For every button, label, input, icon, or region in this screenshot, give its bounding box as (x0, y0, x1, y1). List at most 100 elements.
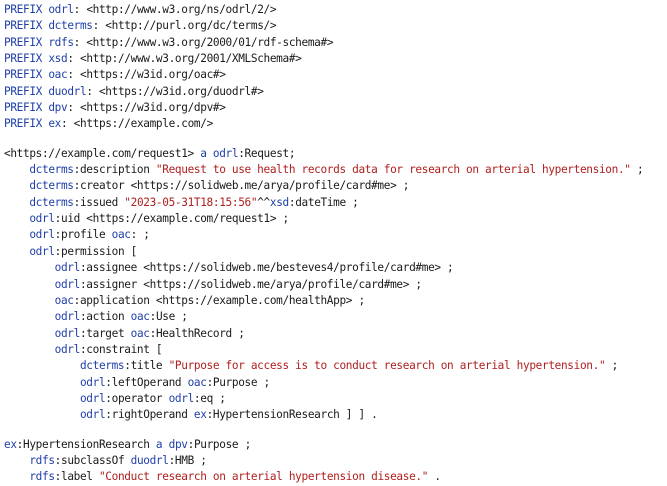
prefix-token: rdfs (48, 35, 74, 49)
prefix-token: odrl (29, 212, 55, 226)
code-text-token: :issued (73, 195, 125, 209)
code-text-token: ; (605, 359, 619, 373)
code-text-token: :Purpose ; (206, 375, 271, 389)
prefix-token: ex (48, 117, 61, 131)
prefix-token: rdfs (29, 453, 55, 467)
code-text-token: :Request; (238, 146, 296, 160)
code-line: odrl:leftOperand oac:Purpose ; (4, 375, 643, 391)
code-text-token: ^^ (257, 195, 270, 209)
code-line: odrl:uid <https://example.com/request1> … (4, 211, 643, 227)
prefix-token: dcterms (79, 359, 125, 373)
code-text-token: :eq ; (193, 391, 226, 405)
prefix-token: dcterms (29, 195, 74, 209)
prefix-token: rdfs (29, 470, 55, 484)
keyword-token: PREFIX (4, 35, 42, 49)
code-line: PREFIX ex: <https://example.com/> (4, 116, 643, 132)
prefix-token: odrl (54, 326, 81, 340)
code-line: dcterms:title "Purpose for access is to … (4, 358, 643, 374)
code-line: oac:application <https://example.com/hea… (4, 293, 643, 309)
code-line: PREFIX dcterms: <http://purl.org/dc/term… (4, 18, 643, 34)
code-text-token: :profile (54, 228, 112, 242)
prefix-token: odrl (79, 408, 106, 422)
code-text-token: :permission [ (54, 244, 138, 258)
code-line: dcterms:description "Request to use heal… (4, 162, 643, 178)
prefix-token: odrl (54, 310, 81, 324)
code-text-token: :description (73, 163, 156, 177)
code-text-token: :HMB ; (168, 453, 207, 467)
prefix-token: oac (187, 375, 207, 389)
prefix-token: duodrl (48, 84, 87, 98)
string-literal-token: "Purpose for access is to conduct resear… (168, 359, 606, 373)
keyword-token: PREFIX (4, 101, 42, 115)
code-line: PREFIX duodrl: <https://w3id.org/duodrl#… (4, 84, 643, 100)
prefix-token: odrl (79, 391, 106, 405)
code-text-token: :assigner <https://solidweb.me/arya/prof… (79, 277, 422, 291)
prefix-token: duodrl (130, 453, 169, 467)
keyword-token: PREFIX (4, 52, 42, 66)
code-text-token: :dateTime ; (288, 195, 359, 209)
prefix-token: oac (48, 68, 68, 82)
code-text-token: <https://example.com/request1> (4, 146, 201, 160)
code-text-token: :creator <https://solidweb.me/arya/profi… (73, 179, 410, 193)
prefix-token: odrl (212, 146, 239, 160)
prefix-token: odrl (54, 261, 81, 275)
prefix-token: oac (130, 310, 150, 324)
prefix-token: xsd (269, 195, 289, 209)
prefix-token: oac (111, 228, 131, 242)
code-line: odrl:target oac:HealthRecord ; (4, 326, 643, 342)
code-text-token: :application <https://example.com/health… (73, 293, 365, 307)
code-line: ex:HypertensionResearch a dpv:Purpose ; (4, 437, 643, 453)
code-text-token: : <https://w3id.org/dpv#> (67, 101, 226, 115)
code-line: <https://example.com/request1> a odrl:Re… (4, 146, 643, 162)
code-text-token: :leftOperand (105, 375, 188, 389)
string-literal-token: "2023-05-31T18:15:56" (124, 195, 258, 209)
code-text-token: :HypertensionResearch (16, 437, 156, 451)
code-line: PREFIX oac: <https://w3id.org/oac#> (4, 67, 643, 83)
string-literal-token: "Request to use health records data for … (155, 163, 631, 177)
code-text-token: :assignee <https://solidweb.me/besteves4… (79, 261, 454, 275)
code-line: odrl:action oac:Use ; (4, 309, 643, 325)
keyword-token: PREFIX (4, 84, 42, 98)
code-text-token: : <http://www.w3.org/2001/XMLSchema#> (67, 52, 302, 66)
code-line: PREFIX dpv: <https://w3id.org/dpv#> (4, 100, 643, 116)
code-text-token: . (428, 470, 441, 484)
code-text-token: :action (79, 310, 131, 324)
prefix-token: dcterms (29, 179, 74, 193)
keyword-token: PREFIX (4, 3, 42, 16)
code-line: dcterms:creator <https://solidweb.me/ary… (4, 178, 643, 194)
prefix-token: odrl (54, 342, 81, 356)
prefix-token: dcterms (29, 163, 74, 177)
prefix-token: oac (130, 326, 150, 340)
prefix-token: dpv (168, 437, 188, 451)
code-text-token: ; (630, 163, 644, 177)
prefix-token: odrl (29, 228, 55, 242)
prefix-token: odrl (54, 277, 81, 291)
code-line: odrl:assignee <https://solidweb.me/beste… (4, 260, 643, 276)
prefix-token: dpv (48, 101, 68, 115)
code-text-token: : <https://example.com/> (61, 117, 213, 131)
code-line: odrl:operator odrl:eq ; (4, 391, 643, 407)
code-text-token: :Use ; (149, 310, 188, 324)
code-text-token: : <http://www.w3.org/ns/odrl/2/> (73, 3, 277, 16)
code-text-token: :rightOperand (105, 408, 194, 422)
prefix-token: odrl (168, 391, 195, 405)
code-line: odrl:rightOperand ex:HypertensionResearc… (4, 407, 643, 423)
prefix-token: xsd (48, 52, 68, 66)
prefix-token: oac (54, 293, 74, 307)
code-line: dcterms:issued "2023-05-31T18:15:56"^^xs… (4, 195, 643, 211)
